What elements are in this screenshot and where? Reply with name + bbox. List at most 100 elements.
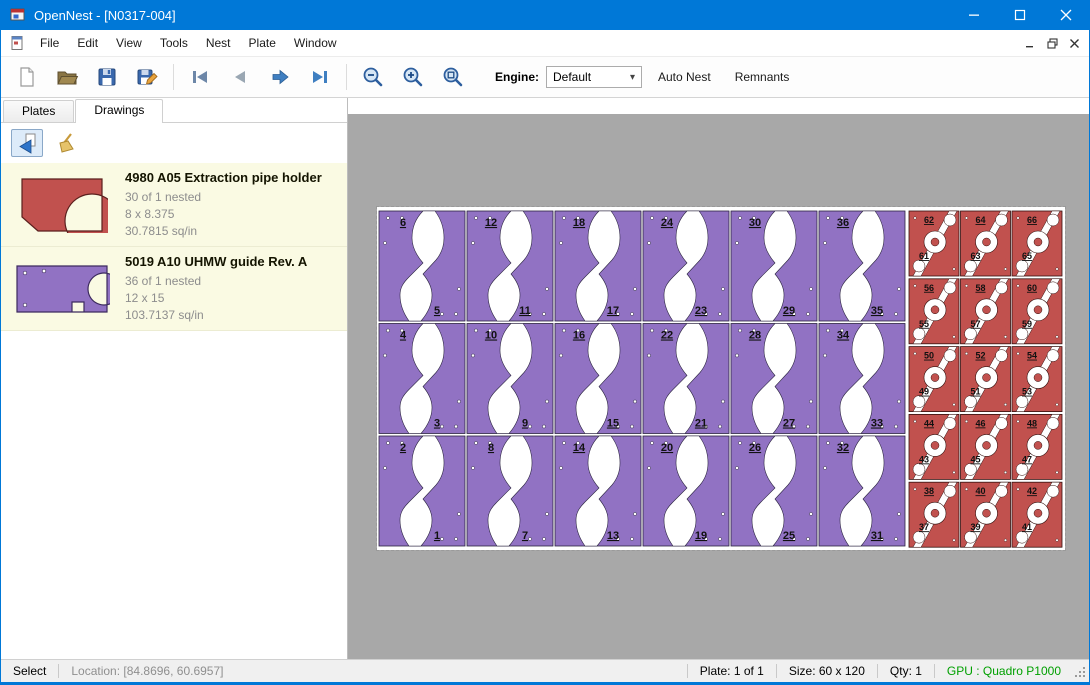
tab-drawings[interactable]: Drawings (75, 99, 163, 123)
nest-part-pair[interactable]: 3029 (731, 211, 817, 321)
svg-text:42: 42 (1027, 486, 1037, 496)
nest-part-pair[interactable]: 65 (379, 211, 465, 321)
nest-part-pair[interactable]: 5453 (1012, 347, 1062, 412)
nest-part-pair[interactable]: 43 (379, 324, 465, 434)
nest-part-pair[interactable]: 56 55 (909, 279, 959, 344)
first-arrow-icon (188, 65, 212, 89)
list-item[interactable]: 5019 A10 UHMW guide Rev. A 36 of 1 neste… (1, 247, 347, 331)
menu-plate[interactable]: Plate (240, 32, 285, 54)
remnants-button[interactable]: Remnants (727, 65, 798, 89)
zoom-in-icon (401, 65, 425, 89)
nest-part-pair[interactable]: 4645 (961, 414, 1011, 479)
send-to-nest-button[interactable] (11, 129, 43, 157)
resize-grip-icon[interactable] (1073, 662, 1087, 680)
previous-plate-button[interactable] (227, 64, 253, 90)
drawing-size: 8 x 8.375 (125, 206, 322, 223)
drawings-toolbar (1, 123, 347, 163)
nest-part-pair[interactable]: 6261 (909, 211, 959, 276)
auto-nest-button[interactable]: Auto Nest (650, 65, 719, 89)
maximize-button[interactable] (997, 0, 1043, 30)
nest-part-pair[interactable]: 2827 (731, 324, 817, 434)
close-icon (1060, 9, 1072, 21)
nest-part-pair[interactable]: 6665 (1012, 211, 1062, 276)
nest-part-pair[interactable]: 4039 (961, 482, 1011, 547)
nest-canvas[interactable]: 6512111817242330293635431091615222128273… (348, 98, 1089, 659)
svg-text:18: 18 (573, 217, 585, 229)
nest-part-pair[interactable]: 1413 (555, 436, 641, 546)
side-panel: Plates Drawings (1, 98, 348, 659)
close-button[interactable] (1043, 0, 1089, 30)
svg-text:55: 55 (919, 319, 929, 329)
maximize-icon (1014, 9, 1026, 21)
menu-tools[interactable]: Tools (151, 32, 197, 54)
zoom-extents-button[interactable] (440, 64, 466, 90)
menu-window[interactable]: Window (285, 32, 346, 54)
engine-select[interactable]: Default ▾ (546, 66, 642, 88)
open-button[interactable] (54, 64, 80, 90)
zoom-out-button[interactable] (360, 64, 386, 90)
nest-part-pair[interactable]: 6059 (1012, 279, 1062, 344)
document-icon (9, 35, 25, 51)
nest-part-pair[interactable]: 1817 (555, 211, 641, 321)
nest-part-pair[interactable]: 5049 (909, 347, 959, 412)
nest-part-pair[interactable]: 3635 (819, 211, 905, 321)
nest-plate[interactable]: 6512111817242330293635431091615222128273… (377, 207, 1065, 550)
nest-part-pair[interactable]: 2625 (731, 436, 817, 546)
svg-text:59: 59 (1022, 319, 1032, 329)
nest-part-pair[interactable]: 1211 (467, 211, 553, 321)
first-plate-button[interactable] (187, 64, 213, 90)
nest-part-pair[interactable]: 5857 (961, 279, 1011, 344)
menu-view[interactable]: View (107, 32, 151, 54)
nest-part-pair[interactable]: 2221 (643, 324, 729, 434)
mdi-minimize-button[interactable] (1019, 33, 1041, 53)
save-button[interactable] (94, 64, 120, 90)
mdi-close-button[interactable] (1063, 33, 1085, 53)
zoom-in-button[interactable] (400, 64, 426, 90)
svg-text:56: 56 (924, 283, 934, 293)
svg-text:16: 16 (573, 330, 585, 342)
svg-text:24: 24 (661, 217, 674, 229)
save-as-button[interactable] (134, 64, 160, 90)
svg-text:31: 31 (871, 530, 883, 542)
clear-button[interactable] (51, 129, 83, 157)
minimize-button[interactable] (951, 0, 997, 30)
new-button[interactable] (14, 64, 40, 90)
nest-part-pair[interactable]: 3837 (909, 482, 959, 547)
status-mode: Select (1, 660, 58, 682)
menu-edit[interactable]: Edit (68, 32, 107, 54)
nest-part-pair[interactable]: 6463 (961, 211, 1011, 276)
svg-text:46: 46 (975, 418, 985, 428)
menu-file[interactable]: File (31, 32, 68, 54)
svg-text:29: 29 (783, 305, 795, 317)
nest-part-pair[interactable]: 87 (467, 436, 553, 546)
drawing-nested: 30 of 1 nested (125, 189, 322, 206)
svg-text:21: 21 (695, 418, 707, 430)
toolbar-separator (346, 64, 347, 90)
nest-part-pair[interactable]: 4443 (909, 414, 959, 479)
svg-text:51: 51 (970, 387, 980, 397)
plate-svg[interactable]: 6512111817242330293635431091615222128273… (377, 207, 1065, 550)
drawing-area: 30.7815 sq/in (125, 223, 322, 240)
nest-part-pair[interactable]: 3433 (819, 324, 905, 434)
nest-part-pair[interactable]: 2019 (643, 436, 729, 546)
drawing-info: 5019 A10 UHMW guide Rev. A 36 of 1 neste… (125, 254, 307, 324)
content-area: Plates Drawings (1, 98, 1089, 659)
nest-part-pair[interactable]: 1615 (555, 324, 641, 434)
nest-part-pair[interactable]: 4847 (1012, 414, 1062, 479)
svg-text:38: 38 (924, 486, 934, 496)
svg-text:35: 35 (871, 305, 883, 317)
nest-part-pair[interactable]: 109 (467, 324, 553, 434)
menu-nest[interactable]: Nest (197, 32, 240, 54)
mdi-restore-button[interactable] (1041, 33, 1063, 53)
svg-text:41: 41 (1022, 522, 1032, 532)
nest-part-pair[interactable]: 3231 (819, 436, 905, 546)
nest-part-pair[interactable]: 5251 (961, 347, 1011, 412)
nest-part-pair[interactable]: 2423 (643, 211, 729, 321)
next-plate-button[interactable] (267, 64, 293, 90)
list-item[interactable]: 4980 A05 Extraction pipe holder 30 of 1 … (1, 163, 347, 247)
last-plate-button[interactable] (307, 64, 333, 90)
nest-part-pair[interactable]: 21 (379, 436, 465, 546)
nest-part-pair[interactable]: 42 41 (1012, 482, 1062, 547)
app-window: OpenNest - [N0317-004] File Edit View To… (0, 0, 1090, 685)
tab-plates[interactable]: Plates (3, 100, 74, 122)
